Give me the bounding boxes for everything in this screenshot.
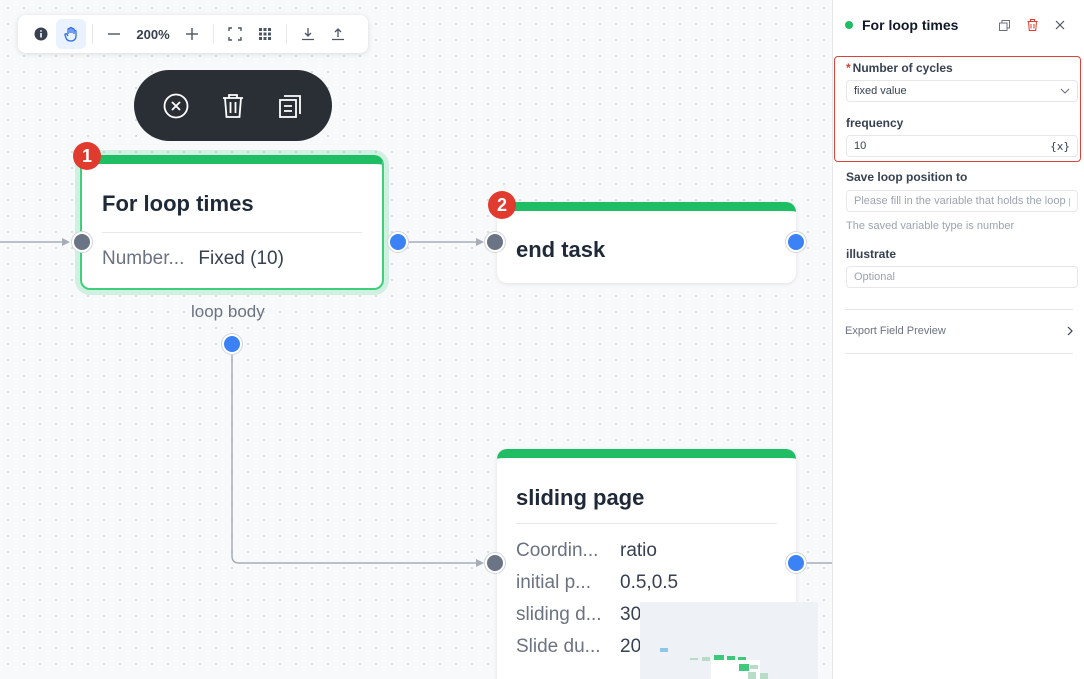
frequency-value: 10 bbox=[854, 140, 867, 152]
zoom-in-icon[interactable] bbox=[177, 19, 207, 49]
fit-view-icon[interactable] bbox=[220, 19, 250, 49]
row-value: 30 bbox=[620, 604, 642, 625]
save-position-input[interactable] bbox=[846, 190, 1078, 212]
row-key: sliding d... bbox=[516, 604, 602, 625]
export-field-preview[interactable]: Export Field Preview bbox=[845, 320, 1073, 342]
node-end-task[interactable]: end task bbox=[497, 202, 796, 283]
row-value: ratio bbox=[620, 540, 657, 561]
download-icon[interactable] bbox=[293, 19, 323, 49]
illustrate-input[interactable] bbox=[846, 266, 1078, 288]
node-title: For loop times bbox=[102, 191, 254, 216]
chevron-down-icon bbox=[1060, 88, 1070, 94]
edge-arrow bbox=[62, 238, 70, 246]
panel-title: For loop times bbox=[862, 17, 959, 33]
settings-panel: For loop times * Number of cycles fixed v… bbox=[832, 0, 1084, 679]
loop-body-label: loop body bbox=[191, 302, 265, 321]
close-circle-icon[interactable] bbox=[156, 86, 196, 126]
save-position-label: Save loop position to bbox=[846, 170, 968, 184]
node-row: Slide du... 20 bbox=[516, 636, 641, 658]
row-value: Fixed (10) bbox=[198, 248, 284, 269]
save-position-hint: The saved variable type is number bbox=[846, 220, 1015, 232]
panel-header: For loop times bbox=[845, 14, 1074, 36]
minimap-preview bbox=[660, 648, 768, 679]
row-key: Coordin... bbox=[516, 540, 599, 561]
for-loop-output-port[interactable] bbox=[388, 232, 408, 252]
trash-icon[interactable] bbox=[213, 86, 253, 126]
end-task-input-port[interactable] bbox=[485, 232, 505, 252]
node-row: Coordin... ratio bbox=[516, 540, 657, 562]
upload-icon[interactable] bbox=[323, 19, 353, 49]
end-task-output-port[interactable] bbox=[786, 232, 806, 252]
zoom-out-icon[interactable] bbox=[99, 19, 129, 49]
minimap[interactable] bbox=[640, 602, 818, 679]
cycles-label-text: Number of cycles bbox=[852, 61, 953, 75]
cycles-select[interactable]: fixed value bbox=[846, 80, 1078, 102]
row-value: 0.5,0.5 bbox=[620, 572, 679, 593]
node-badge-1: 1 bbox=[73, 142, 101, 170]
panel-divider bbox=[845, 353, 1073, 354]
frequency-input[interactable]: 10 {x} bbox=[846, 135, 1078, 157]
chevron-right-icon bbox=[1067, 326, 1073, 336]
node-for-loop[interactable]: For loop times Number... Fixed (10) bbox=[80, 155, 384, 290]
edge-loopbody-to-sliding bbox=[231, 354, 478, 564]
copy-icon[interactable] bbox=[990, 14, 1018, 36]
toolbar-divider bbox=[286, 24, 287, 44]
canvas-toolbar: 200% bbox=[18, 15, 368, 53]
node-badge-2: 2 bbox=[488, 191, 516, 219]
node-action-bar bbox=[134, 70, 332, 141]
loop-body-port[interactable] bbox=[222, 334, 242, 354]
illustrate-label: illustrate bbox=[846, 247, 897, 261]
toolbar-divider bbox=[92, 24, 93, 44]
node-divider bbox=[516, 523, 777, 524]
frequency-label: frequency bbox=[846, 116, 904, 130]
node-row: initial p... 0.5,0.5 bbox=[516, 572, 678, 594]
variable-insert-button[interactable]: {x} bbox=[1050, 140, 1070, 153]
sliding-page-output-port[interactable] bbox=[786, 553, 806, 573]
node-title: sliding page bbox=[516, 485, 645, 510]
sliding-page-input-port[interactable] bbox=[485, 553, 505, 573]
row-key: initial p... bbox=[516, 572, 591, 593]
node-title: end task bbox=[516, 237, 606, 262]
copy-icon[interactable] bbox=[270, 86, 310, 126]
node-row: sliding d... 30 bbox=[516, 604, 641, 626]
toolbar-divider bbox=[213, 24, 214, 44]
node-row: Number... Fixed (10) bbox=[102, 248, 284, 270]
cycles-label: * Number of cycles bbox=[846, 61, 953, 75]
row-key: Number... bbox=[102, 248, 185, 269]
row-key: Slide du... bbox=[516, 636, 601, 657]
export-label: Export Field Preview bbox=[845, 325, 946, 337]
info-icon[interactable] bbox=[26, 19, 56, 49]
flow-canvas[interactable]: 200% For loop times Number... Fixed (10)… bbox=[0, 0, 832, 679]
close-icon[interactable] bbox=[1046, 14, 1074, 36]
node-divider bbox=[102, 232, 362, 233]
edge-arrow bbox=[476, 238, 484, 246]
status-dot bbox=[845, 21, 853, 29]
required-mark: * bbox=[846, 61, 851, 75]
grid-icon[interactable] bbox=[250, 19, 280, 49]
trash-icon[interactable] bbox=[1018, 14, 1046, 36]
zoom-level: 200% bbox=[136, 26, 170, 42]
for-loop-input-port[interactable] bbox=[72, 232, 92, 252]
edge-arrow bbox=[476, 559, 484, 567]
hand-icon[interactable] bbox=[56, 19, 86, 49]
panel-divider bbox=[845, 309, 1073, 310]
row-value: 20 bbox=[620, 636, 642, 657]
cycles-selected-value: fixed value bbox=[854, 85, 907, 97]
